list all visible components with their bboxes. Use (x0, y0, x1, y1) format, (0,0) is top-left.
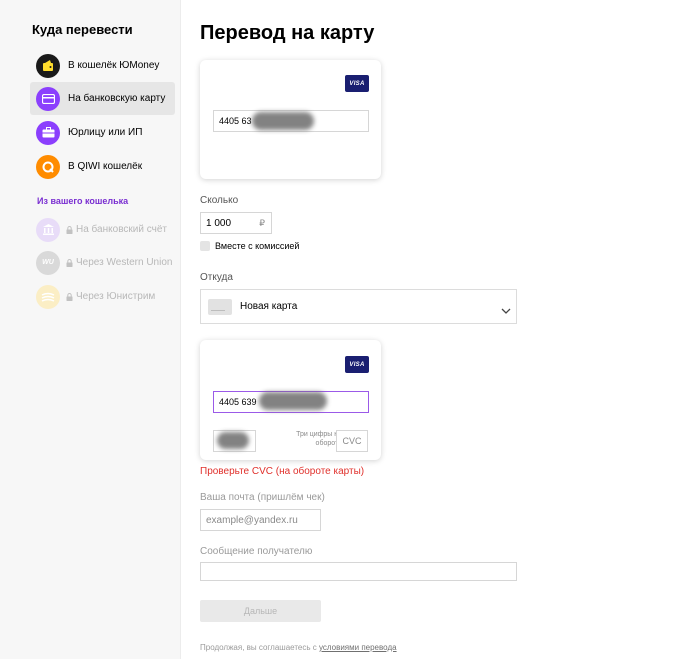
cvc-input[interactable]: CVC (336, 430, 368, 452)
commission-checkbox[interactable] (200, 241, 210, 251)
card-number-value: 4405 639 (219, 397, 257, 407)
card-icon (208, 298, 232, 315)
unistream-icon (36, 284, 60, 309)
next-button[interactable]: Дальше (200, 600, 321, 622)
sidebar-item-label: Через Юнистрим (76, 291, 156, 302)
chevron-down-icon (501, 302, 511, 320)
sidebar-item-label: В кошелёк ЮMoney (68, 60, 160, 71)
sidebar-item-unistream: Через Юнистрим (30, 280, 175, 313)
source-label: Откуда (200, 272, 233, 283)
commission-checkbox-label: Вместе с комиссией (215, 241, 300, 251)
bank-card-icon (36, 86, 60, 111)
western-union-icon: WU (36, 250, 60, 275)
sidebar-section-title: Из вашего кошелька (37, 196, 129, 206)
redacted-blur (252, 112, 314, 130)
message-input[interactable] (200, 562, 517, 581)
sidebar-item-label: На банковский счёт (76, 224, 167, 235)
sidebar-item-bank-account: На банковский счёт (30, 213, 175, 246)
visa-logo-icon: VISA (345, 75, 369, 92)
sidebar-item-yoomoney[interactable]: В кошелёк ЮMoney (30, 49, 175, 82)
sidebar-item-label: На банковскую карту (68, 93, 166, 104)
sidebar-item-western-union: WU Через Western Union (30, 246, 175, 279)
terms-link[interactable]: условиями перевода (319, 643, 397, 652)
redacted-blur (259, 392, 327, 410)
sidebar-item-qiwi[interactable]: В QIWI кошелёк (30, 150, 175, 183)
terms-text: Продолжая, вы соглашаетесь с (200, 643, 319, 652)
sidebar-item-label: Юрлицу или ИП (68, 127, 143, 138)
cvc-hint: Три цифры на обороте (296, 431, 342, 447)
email-placeholder: example@yandex.ru (206, 514, 298, 526)
visa-logo-icon: VISA (345, 356, 369, 373)
sidebar-item-label: В QIWI кошелёк (68, 161, 143, 172)
lock-icon (66, 254, 73, 272)
recipient-card: VISA 4405 63 (200, 60, 381, 179)
amount-value: 1 000 (206, 217, 232, 229)
sidebar-title: Куда перевести (32, 22, 133, 37)
cvc-error-message: Проверьте CVC (на обороте карты) (200, 466, 365, 477)
source-select[interactable]: Новая карта (200, 289, 517, 324)
sidebar-item-bank-card[interactable]: На банковскую карту (30, 82, 175, 115)
bank-building-icon (36, 217, 60, 242)
western-union-badge: WU (42, 259, 54, 266)
terms-footer: Продолжая, вы соглашаетесь с условиями п… (200, 643, 397, 652)
email-input[interactable]: example@yandex.ru (200, 509, 321, 531)
ruble-icon: ₽ (259, 218, 265, 228)
yoomoney-wallet-icon (36, 53, 60, 78)
source-selected-value: Новая карта (240, 301, 298, 312)
lock-icon (66, 288, 73, 306)
message-label: Сообщение получателю (200, 546, 313, 557)
briefcase-icon (36, 120, 60, 145)
amount-input[interactable]: 1 000 ₽ (200, 212, 272, 234)
card-number-value: 4405 63 (219, 116, 252, 126)
sidebar: Куда перевести В кошелёк ЮMoney На банко… (0, 0, 181, 659)
qiwi-icon (36, 154, 60, 179)
sidebar-item-legal-entity[interactable]: Юрлицу или ИП (30, 116, 175, 149)
email-label: Ваша почта (пришлём чек) (200, 492, 325, 503)
redacted-blur (217, 432, 249, 449)
cvc-placeholder: CVC (342, 436, 362, 446)
lock-icon (66, 221, 73, 239)
sidebar-item-label: Через Western Union (76, 257, 173, 268)
amount-label: Сколько (200, 195, 239, 206)
page-title: Перевод на карту (200, 22, 375, 44)
